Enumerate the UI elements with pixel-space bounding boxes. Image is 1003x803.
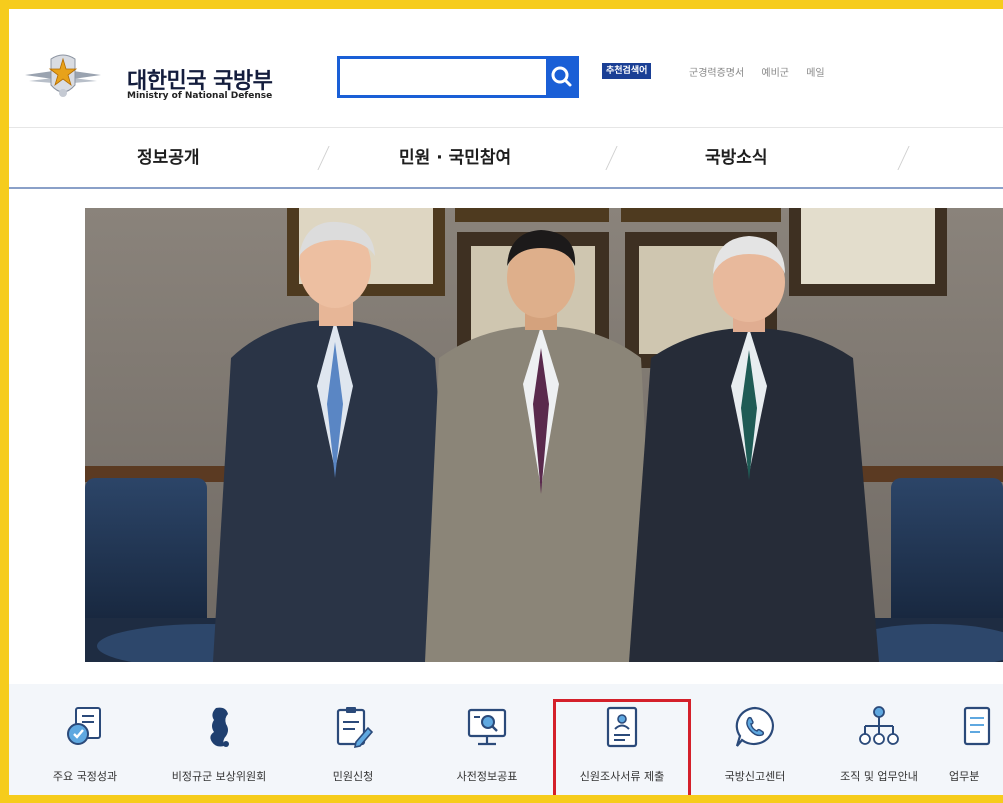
nav-info-disclosure[interactable]: 정보공개 (137, 128, 200, 188)
phone-chat-icon (735, 706, 774, 747)
quick-item-achievements[interactable]: 주요 국정성과 (25, 684, 145, 795)
document-icon (963, 706, 991, 746)
link-mail[interactable]: 메일 (806, 68, 824, 79)
application-icon (336, 707, 374, 749)
quick-item-label: 국방신고센터 (724, 770, 786, 783)
monitor-search-icon (467, 708, 507, 746)
main-navigation: 정보공개 민원 · 국민참여 국방소식 (9, 127, 1003, 189)
nav-separator (317, 146, 330, 170)
org-chart-icon (859, 706, 899, 745)
quick-item-label: 비정규군 보상위원회 (171, 770, 267, 783)
nav-separator (605, 146, 618, 170)
quick-item-organization-guide[interactable]: 조직 및 업무안내 (819, 684, 939, 795)
banner-photo-illustration (85, 208, 1003, 662)
utility-links: 군경력증명서 예비군 메일 (689, 64, 839, 79)
quick-item-civil-application[interactable]: 민원신청 (293, 684, 413, 795)
quick-item-label: 업무분 (949, 770, 980, 783)
main-banner-photo[interactable] (85, 208, 1003, 662)
id-document-icon (606, 706, 638, 748)
nav-defense-news[interactable]: 국방소식 (705, 128, 768, 188)
search-button[interactable] (546, 59, 576, 95)
browser-viewport: 대한민국 국방부 Ministry of National Defense 추천… (9, 9, 1003, 795)
link-reserve-forces[interactable]: 예비군 (761, 68, 789, 79)
korea-map-icon (210, 707, 229, 747)
nav-separator (897, 146, 910, 170)
site-header: 대한민국 국방부 Ministry of National Defense 추천… (9, 9, 1003, 127)
search-box (337, 56, 579, 98)
link-career-certificate[interactable]: 군경력증명서 (689, 68, 744, 79)
quick-item-prior-disclosure[interactable]: 사전정보공표 (427, 684, 547, 795)
quick-item-defense-report-center[interactable]: 국방신고센터 (695, 684, 815, 795)
quick-item-background-check-submit[interactable]: 신원조사서류 제출 (562, 684, 682, 795)
mnd-emblem-icon (25, 54, 101, 97)
quick-item-work-docs[interactable]: 업무분 (945, 684, 1003, 795)
search-input[interactable] (340, 59, 548, 95)
nav-civil-participation[interactable]: 민원 · 국민참여 (399, 128, 511, 188)
quick-item-label: 사전정보공표 (456, 770, 518, 783)
logo-title-english: Ministry of National Defense (127, 91, 273, 101)
achievement-icon (67, 707, 101, 745)
quick-item-label: 조직 및 업무안내 (840, 770, 918, 783)
quick-item-label: 민원신청 (332, 770, 374, 783)
quick-item-label: 신원조사서류 제출 (579, 770, 665, 783)
site-logo[interactable]: 대한민국 국방부 Ministry of National Defense (23, 45, 283, 115)
quick-item-irregular-compensation[interactable]: 비정규군 보상위원회 (159, 684, 279, 795)
quick-menu-bar: 주요 국정성과 비정규군 보상위원회 민원신청 사전정보공표 신원조사서류 제출… (9, 684, 1003, 795)
recommended-search-badge[interactable]: 추천검색어 (602, 63, 652, 79)
quick-item-label: 주요 국정성과 (52, 770, 118, 783)
search-icon (551, 66, 572, 87)
